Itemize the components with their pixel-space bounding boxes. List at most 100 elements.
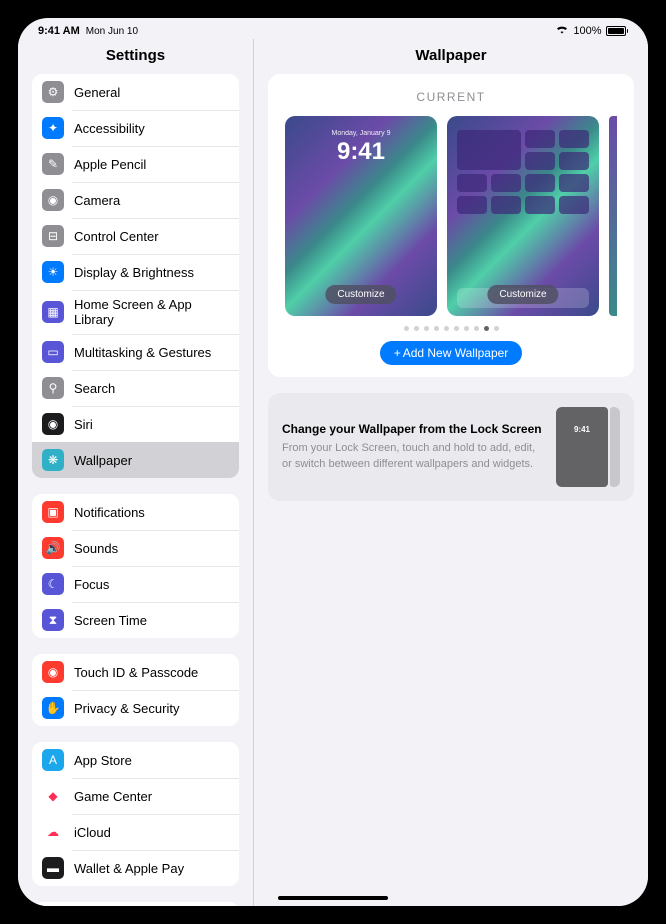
status-bar: 9:41 AM Mon Jun 10 100%: [18, 18, 648, 39]
sidebar-item-label: Wallpaper: [74, 453, 132, 468]
page-dot: [474, 326, 479, 331]
sidebar-item-icloud[interactable]: ☁iCloud: [32, 814, 239, 850]
plus-icon: +: [394, 346, 401, 360]
sidebar-item-general[interactable]: ⚙ General: [32, 74, 239, 110]
sidebar-item-label: Display & Brightness: [74, 265, 194, 280]
apple-pencil-icon: ✎: [42, 153, 64, 175]
sidebar-item-game-center[interactable]: ◆ Game Center: [32, 778, 239, 814]
siri-icon: ◉: [42, 413, 64, 435]
page-dot: [414, 326, 419, 331]
notifications-icon: ▣: [42, 501, 64, 523]
sidebar-item-label: Game Center: [74, 789, 152, 804]
page-dot: [404, 326, 409, 331]
sidebar-item-notifications[interactable]: ▣ Notifications: [32, 494, 239, 530]
lock-preview-date: Monday, January 9: [285, 130, 437, 137]
sidebar-title: Settings: [18, 39, 253, 74]
sidebar-item-label: Multitasking & Gestures: [74, 345, 211, 360]
customize-lock-button[interactable]: Customize: [325, 285, 396, 304]
lock-screen-preview[interactable]: Monday, January 9 9:41 Customize: [285, 116, 437, 316]
sidebar-item-wallpaper[interactable]: ❋ Wallpaper: [32, 442, 239, 478]
lock-screen-tip-card: Change your Wallpaper from the Lock Scre…: [268, 393, 634, 501]
sidebar-item-label: Apple Pencil: [74, 157, 146, 172]
sidebar-item-label: Touch ID & Passcode: [74, 665, 198, 680]
icloud-icon: ☁: [42, 821, 64, 843]
sidebar-item-apps[interactable]: ▦Apps: [32, 902, 239, 906]
home-indicator[interactable]: [278, 896, 388, 900]
sidebar-item-control-center[interactable]: ⊟ Control Center: [32, 218, 239, 254]
customize-home-button[interactable]: Customize: [487, 285, 558, 304]
sidebar-item-wallet-apple-pay[interactable]: ▬ Wallet & Apple Pay: [32, 850, 239, 886]
add-wallpaper-label: Add New Wallpaper: [403, 346, 509, 360]
wifi-icon: [555, 24, 569, 37]
sidebar-item-privacy-security[interactable]: ✋Privacy & Security: [32, 690, 239, 726]
home-screen-preview[interactable]: Customize: [447, 116, 599, 316]
main-title: Wallpaper: [254, 39, 648, 74]
tip-thumbnail: 9:41: [556, 407, 620, 487]
screen-time-icon: ⧗: [42, 609, 64, 631]
sidebar-item-accessibility[interactable]: ✦ Accessibility: [32, 110, 239, 146]
focus-icon: ☾: [42, 573, 64, 595]
status-date: Mon Jun 10: [86, 26, 138, 37]
sidebar-item-apple-pencil[interactable]: ✎ Apple Pencil: [32, 146, 239, 182]
battery-percent: 100%: [573, 25, 601, 37]
sidebar-item-sounds[interactable]: 🔊 Sounds: [32, 530, 239, 566]
home-screen-app-library-icon: ▦: [42, 301, 64, 323]
app-store-icon: A: [42, 749, 64, 771]
touch-id-passcode-icon: ◉: [42, 661, 64, 683]
multitasking-gestures-icon: ▭: [42, 341, 64, 363]
wallpaper-icon: ❋: [42, 449, 64, 471]
sidebar-item-label: Screen Time: [74, 613, 147, 628]
accessibility-icon: ✦: [42, 117, 64, 139]
display-brightness-icon: ☀: [42, 261, 64, 283]
settings-sidebar: Settings ⚙ General ✦ Accessibility ✎ Apple Pe…: [18, 39, 253, 906]
sidebar-item-label: Search: [74, 381, 115, 396]
sidebar-item-label: Siri: [74, 417, 93, 432]
page-dot: [484, 326, 489, 331]
next-wallpaper-peek[interactable]: [609, 116, 617, 316]
battery-icon: [606, 26, 629, 36]
sidebar-item-label: Home Screen & App Library: [74, 297, 229, 327]
page-dot: [494, 326, 499, 331]
tip-body: From your Lock Screen, touch and hold to…: [282, 441, 544, 472]
sounds-icon: 🔊: [42, 537, 64, 559]
search-icon: ⚲: [42, 377, 64, 399]
page-dot: [444, 326, 449, 331]
status-time: 9:41 AM: [38, 25, 80, 37]
page-dot: [464, 326, 469, 331]
game-center-icon: ◆: [42, 785, 64, 807]
wallpaper-panel: Wallpaper CURRENT Monday, January 9 9:41…: [253, 39, 648, 906]
sidebar-item-display-brightness[interactable]: ☀ Display & Brightness: [32, 254, 239, 290]
page-dot: [434, 326, 439, 331]
current-label: CURRENT: [280, 90, 622, 104]
sidebar-item-search[interactable]: ⚲ Search: [32, 370, 239, 406]
sidebar-item-label: App Store: [74, 753, 132, 768]
sidebar-item-label: Wallet & Apple Pay: [74, 861, 184, 876]
sidebar-item-touch-id-passcode[interactable]: ◉ Touch ID & Passcode: [32, 654, 239, 690]
sidebar-item-label: Focus: [74, 577, 109, 592]
sidebar-item-label: Accessibility: [74, 121, 145, 136]
tip-title: Change your Wallpaper from the Lock Scre…: [282, 422, 544, 438]
camera-icon: ◉: [42, 189, 64, 211]
sidebar-item-camera[interactable]: ◉ Camera: [32, 182, 239, 218]
sidebar-item-multitasking-gestures[interactable]: ▭ Multitasking & Gestures: [32, 334, 239, 370]
sidebar-item-screen-time[interactable]: ⧗ Screen Time: [32, 602, 239, 638]
control-center-icon: ⊟: [42, 225, 64, 247]
sidebar-item-app-store[interactable]: A App Store: [32, 742, 239, 778]
sidebar-item-label: Notifications: [74, 505, 145, 520]
privacy-security-icon: ✋: [42, 697, 64, 719]
wallet-apple-pay-icon: ▬: [42, 857, 64, 879]
current-wallpaper-card: CURRENT Monday, January 9 9:41 Customize: [268, 74, 634, 377]
page-dot: [424, 326, 429, 331]
add-wallpaper-button[interactable]: + Add New Wallpaper: [380, 341, 523, 365]
sidebar-item-label: Control Center: [74, 229, 159, 244]
lock-preview-time: 9:41: [285, 138, 437, 166]
sidebar-item-label: Sounds: [74, 541, 118, 556]
sidebar-item-home-screen-app-library[interactable]: ▦ Home Screen & App Library: [32, 290, 239, 334]
general-icon: ⚙: [42, 81, 64, 103]
sidebar-item-label: General: [74, 85, 120, 100]
page-dot: [454, 326, 459, 331]
sidebar-item-focus[interactable]: ☾ Focus: [32, 566, 239, 602]
sidebar-item-label: Camera: [74, 193, 120, 208]
page-indicator[interactable]: [280, 326, 622, 331]
sidebar-item-siri[interactable]: ◉ Siri: [32, 406, 239, 442]
